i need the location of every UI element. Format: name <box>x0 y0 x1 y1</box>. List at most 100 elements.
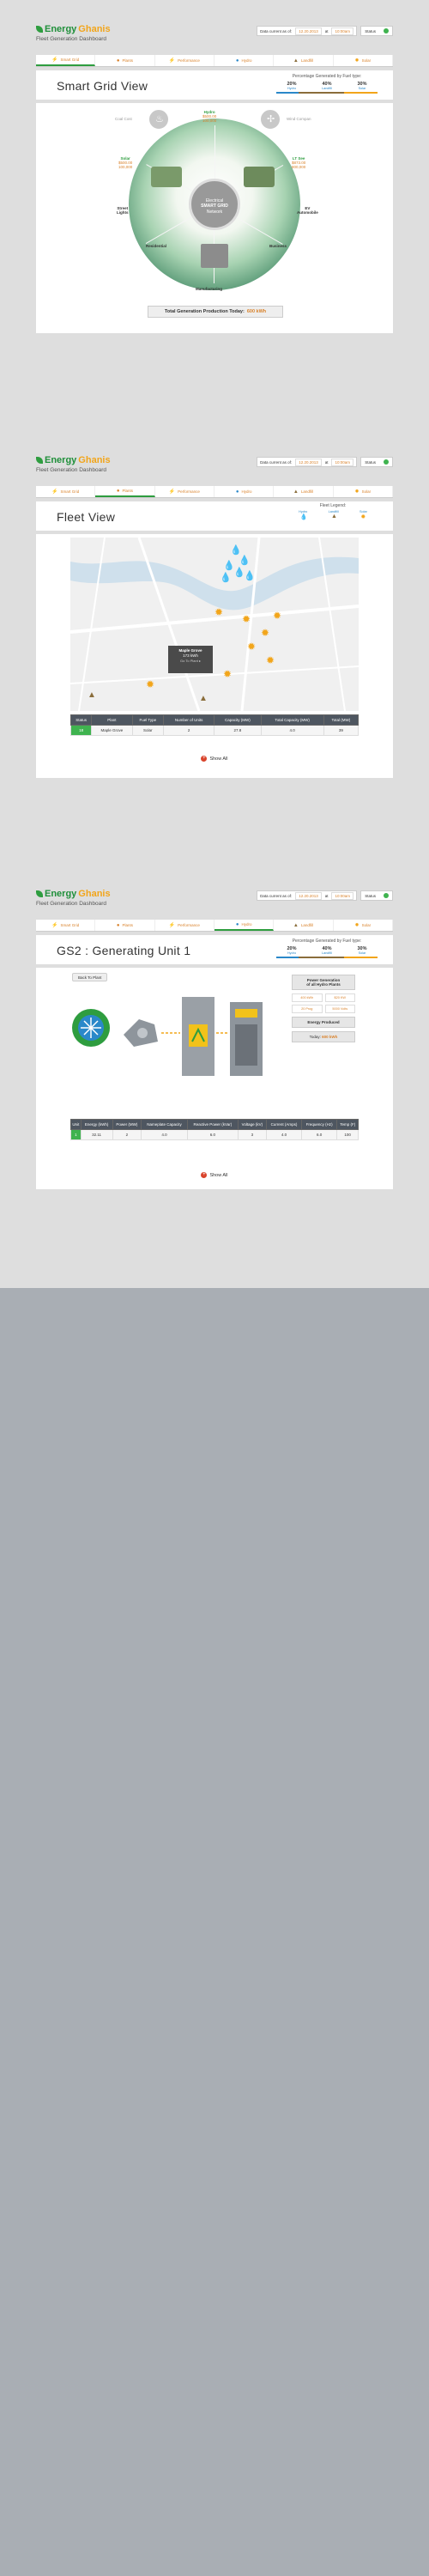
main-nav: ⚡ Smart Grid ● Plants ⚡ Performance ● Hydro … <box>36 55 393 67</box>
solar-marker-icon[interactable]: ✹ <box>242 613 251 625</box>
fuel-share-segment <box>276 92 299 94</box>
data-current-bar: Data current as of: 12.20.2013 at 10:00a… <box>257 26 357 36</box>
plants-table: Status Plant Fuel Type Number of Units C… <box>69 714 360 736</box>
hydro-marker-icon[interactable]: 💧 <box>220 572 232 583</box>
brand-subtitle: Fleet Generation Dashboard <box>36 467 107 473</box>
status-ok-icon <box>383 893 389 898</box>
hydro-marker-icon[interactable]: 💧 <box>239 555 251 566</box>
smart-grid-dashboard: Energy Ghanis Fleet Generation Dashboard … <box>36 24 393 342</box>
landfill-marker-icon[interactable]: ▲ <box>199 694 208 703</box>
brand-subtitle: Fleet Generation Dashboard <box>36 36 107 42</box>
smart-grid-panel: Electrical SMART GRID Network ♨ Coal Cos… <box>36 103 393 333</box>
tab-landfill[interactable]: ▲ Landfill <box>274 55 334 66</box>
street-lights-label: Street Lights <box>117 206 129 215</box>
table-row[interactable]: 1 32.11 2 4.0 6.0 3 4.0 6.0 100 <box>70 1129 359 1140</box>
brand-logo[interactable]: Energy Ghanis Fleet Generation Dashboard <box>36 455 156 481</box>
fleet-view-dashboard: Energy Ghanis Fleet Generation Dashboard … <box>36 455 393 790</box>
back-to-plant-button[interactable]: Back To Plant <box>72 973 108 981</box>
tab-performance[interactable]: ⚡ Performance <box>155 920 214 931</box>
fleet-map[interactable]: 💧 💧 💧 💧 💧 💧 ✹ ✹ ✹ ✹ ✹ ✹ ✹ ✹ ▲ ▲ Maple Gr… <box>70 538 359 711</box>
wind-node[interactable]: ✢ <box>259 108 281 131</box>
main-nav: ⚡ Smart Grid ● Plants ⚡ Performance ● Hydro … <box>36 486 393 498</box>
tab-solar[interactable]: ✹ Solar <box>334 486 393 497</box>
fuel-share-segment <box>276 957 299 958</box>
main-nav: ⚡ Smart Grid ● Plants ⚡ Performance ● Hydro … <box>36 920 393 932</box>
tab-hydro[interactable]: ● Hydro <box>214 920 275 931</box>
tab-hydro[interactable]: ● Hydro <box>214 486 275 497</box>
status-ok-icon <box>383 28 389 33</box>
fuel-share-segment <box>299 92 344 94</box>
wind-turbine-icon: ✢ <box>267 114 275 125</box>
data-current-bar: Data current as of: 12.20.2013 at 10:00a… <box>257 890 357 901</box>
table-row[interactable]: 18 Maple Grove Solar 2 27.8 4.0 39 <box>69 725 360 736</box>
landfill-marker-icon[interactable]: ▲ <box>88 690 96 700</box>
date-field[interactable]: 12.20.2013 <box>295 27 322 35</box>
landfill-icon: ▲ <box>293 922 299 928</box>
tab-performance[interactable]: ⚡ Performance <box>155 486 214 497</box>
map-svg <box>70 538 359 711</box>
go-to-plant-link[interactable]: Go To Plant ▸ <box>168 659 213 663</box>
brand-logo[interactable]: Energy Ghanis Fleet Generation Dashboard <box>36 889 156 914</box>
brand-subtitle: Fleet Generation Dashboard <box>36 901 107 907</box>
tab-smart-grid[interactable]: ⚡ Smart Grid <box>36 920 96 931</box>
generating-unit-panel: Back To Plant Power Generation of all Hy… <box>36 968 393 1189</box>
tab-plants[interactable]: ● Plants <box>95 486 155 497</box>
date-field[interactable]: 12.20.2013 <box>295 891 322 900</box>
plant-tooltip: Maple Grove 173 kWh Go To Plant ▸ <box>168 646 213 673</box>
residential-label: Residential <box>146 244 167 248</box>
page-title: Fleet View <box>57 510 116 524</box>
status-indicator: Status <box>360 26 393 36</box>
fuel-share-segment <box>343 92 378 94</box>
generating-unit-illustration <box>72 990 275 1081</box>
performance-icon: ⚡ <box>168 489 176 495</box>
cabinet-label <box>235 1009 257 1018</box>
ltsee-node-label[interactable]: LT See $873.00 800,000 <box>292 156 305 169</box>
hydro-icon: ● <box>235 58 239 64</box>
show-all-button[interactable]: + Show All <box>36 756 393 762</box>
solar-icon: ✹ <box>354 489 360 495</box>
solar-marker-icon[interactable]: ✹ <box>214 606 223 618</box>
tab-smart-grid[interactable]: ⚡ Smart Grid <box>36 55 96 66</box>
coal-plant-node[interactable]: ♨ <box>148 108 170 131</box>
tab-solar[interactable]: ✹ Solar <box>334 55 393 66</box>
solar-marker-icon[interactable]: ✹ <box>266 654 275 666</box>
brand-logo[interactable]: Energy Ghanis Fleet Generation Dashboard <box>36 24 156 50</box>
tab-smart-grid[interactable]: ⚡ Smart Grid <box>36 486 96 497</box>
page-title: GS2 : Generating Unit 1 <box>57 944 191 957</box>
road <box>70 665 359 684</box>
arrow-right-icon: ▸ <box>198 659 201 664</box>
solar-icon: ✹ <box>354 58 360 64</box>
tab-landfill[interactable]: ▲ Landfill <box>274 920 334 931</box>
tab-plants[interactable]: ● Plants <box>95 55 155 66</box>
solar-marker-icon[interactable]: ✹ <box>261 627 269 639</box>
time-field[interactable]: 10:00am <box>331 27 353 35</box>
solar-farm-image <box>151 167 182 187</box>
show-all-button[interactable]: + Show All <box>36 1172 393 1178</box>
river <box>70 556 359 611</box>
solar-node-label[interactable]: Solar $500.00 100,000 <box>118 156 132 169</box>
hydro-marker-icon[interactable]: 💧 <box>244 570 256 581</box>
wind-farm-image <box>244 167 275 187</box>
landfill-icon: ▲ <box>293 489 299 495</box>
tab-landfill[interactable]: ▲ Landfill <box>274 486 334 497</box>
generator-hub <box>137 1028 148 1038</box>
page-title: Smart Grid View <box>57 79 148 93</box>
smart-grid-icon: ⚡ <box>51 58 58 63</box>
tab-plants[interactable]: ● Plants <box>95 920 155 931</box>
solar-marker-icon[interactable]: ✹ <box>273 610 281 622</box>
tab-performance[interactable]: ⚡ Performance <box>155 55 214 66</box>
hydro-node-label[interactable]: Hydro $500.00 100,000 <box>202 110 216 123</box>
solar-marker-icon[interactable]: ✹ <box>146 678 154 690</box>
solar-sun-icon: ✹ <box>360 514 366 520</box>
wind-label: Wind Compan <box>287 117 311 121</box>
solar-marker-icon[interactable]: ✹ <box>247 641 256 653</box>
tab-hydro[interactable]: ● Hydro <box>214 55 275 66</box>
tab-solar[interactable]: ✹ Solar <box>334 920 393 931</box>
date-field[interactable]: 12.20.2013 <box>295 458 322 466</box>
solar-marker-icon[interactable]: ✹ <box>223 668 232 680</box>
hydro-icon: ● <box>235 489 239 495</box>
plants-icon: ● <box>116 488 120 494</box>
time-field[interactable]: 10:00am <box>331 891 353 900</box>
smart-grid-hub: Electrical SMART GRID Network <box>189 179 240 230</box>
time-field[interactable]: 10:00am <box>331 458 353 466</box>
